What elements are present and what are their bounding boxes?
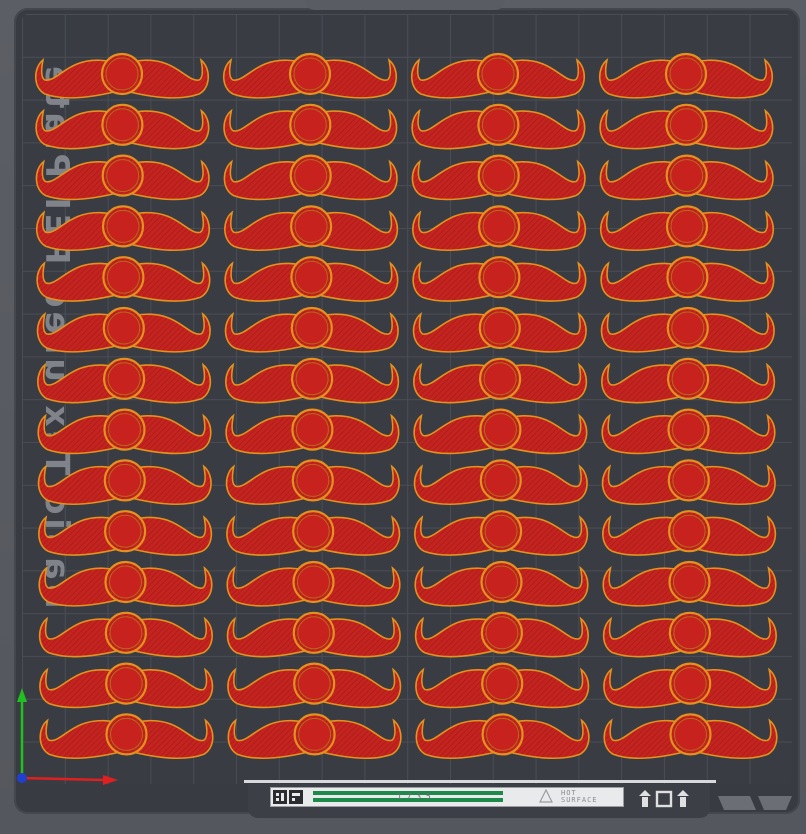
- warning-triangle-icon: [539, 789, 553, 803]
- hot-surface-text: HOT SURFACE: [561, 790, 598, 804]
- mustache-part[interactable]: [599, 154, 775, 201]
- mustache-part[interactable]: [225, 459, 401, 506]
- mustache-part[interactable]: [223, 205, 399, 252]
- mustache-part[interactable]: [413, 459, 589, 506]
- mustache-part[interactable]: [415, 713, 590, 760]
- mustache-part[interactable]: [412, 357, 588, 404]
- mustache-part[interactable]: [603, 713, 778, 760]
- mustache-part[interactable]: [601, 459, 777, 506]
- mustache-part[interactable]: [413, 510, 589, 557]
- mustache-part[interactable]: [38, 560, 213, 607]
- mustache-part[interactable]: [600, 256, 775, 303]
- mustache-part[interactable]: [37, 408, 212, 455]
- mustache-part[interactable]: [222, 103, 398, 150]
- mustache-part[interactable]: [602, 611, 778, 658]
- mustache-part[interactable]: [599, 205, 775, 252]
- square-icon: [655, 790, 673, 808]
- plate-corner-pads: [718, 796, 792, 810]
- mustache-part[interactable]: [602, 560, 777, 607]
- mustache-part[interactable]: [411, 103, 586, 150]
- mustache-part[interactable]: [601, 408, 776, 455]
- parts-layer[interactable]: [0, 0, 806, 834]
- mustache-part[interactable]: [35, 103, 210, 150]
- mustache-part[interactable]: [226, 611, 402, 658]
- mustache-part[interactable]: [412, 306, 588, 353]
- mustache-part[interactable]: [222, 52, 398, 99]
- mustache-part[interactable]: [599, 103, 774, 150]
- mustache-part[interactable]: [414, 560, 589, 607]
- mustache-part[interactable]: [35, 154, 211, 201]
- mustache-part[interactable]: [226, 560, 401, 607]
- mustache-part[interactable]: [225, 510, 401, 557]
- mustache-part[interactable]: [602, 662, 778, 709]
- mustache-part[interactable]: [34, 52, 210, 99]
- 3d-viewport[interactable]: Basic Textured PEI Plate: [0, 0, 806, 834]
- plate-sticker: 1 7 3 5 HOT SURFACE: [270, 787, 624, 807]
- hot-text-line-2: SURFACE: [561, 796, 598, 804]
- mustache-part[interactable]: [224, 306, 400, 353]
- qr-code-icon: [273, 790, 303, 804]
- mustache-part[interactable]: [598, 52, 774, 99]
- mustache-part[interactable]: [414, 611, 590, 658]
- mustache-part[interactable]: [36, 306, 212, 353]
- plate-orientation-icons: [639, 790, 689, 808]
- mustache-part[interactable]: [226, 662, 402, 709]
- mustache-part[interactable]: [601, 510, 777, 557]
- mustache-part[interactable]: [414, 662, 590, 709]
- mustache-part[interactable]: [412, 256, 587, 303]
- mustache-part[interactable]: [600, 306, 776, 353]
- mustache-part[interactable]: [224, 256, 399, 303]
- mustache-part[interactable]: [36, 256, 211, 303]
- mustache-part[interactable]: [225, 408, 400, 455]
- mustache-part[interactable]: [600, 357, 776, 404]
- mustache-part[interactable]: [37, 510, 213, 557]
- mustache-part[interactable]: [227, 713, 402, 760]
- mustache-part[interactable]: [37, 459, 213, 506]
- stack-up-icon: [639, 790, 651, 807]
- mustache-part[interactable]: [411, 205, 587, 252]
- stack-down-icon: [677, 790, 689, 807]
- mustache-part[interactable]: [38, 662, 214, 709]
- mustache-part[interactable]: [413, 408, 588, 455]
- plate-edge-line: [244, 780, 716, 783]
- mustache-part[interactable]: [224, 357, 400, 404]
- mustache-part[interactable]: [411, 154, 587, 201]
- mustache-part[interactable]: [36, 357, 212, 404]
- mustache-part[interactable]: [410, 52, 586, 99]
- mustache-part[interactable]: [35, 205, 211, 252]
- mustache-part[interactable]: [38, 611, 214, 658]
- mustache-part[interactable]: [223, 154, 399, 201]
- sticker-code: 1 7 3 5: [397, 792, 431, 801]
- mustache-part[interactable]: [39, 713, 214, 760]
